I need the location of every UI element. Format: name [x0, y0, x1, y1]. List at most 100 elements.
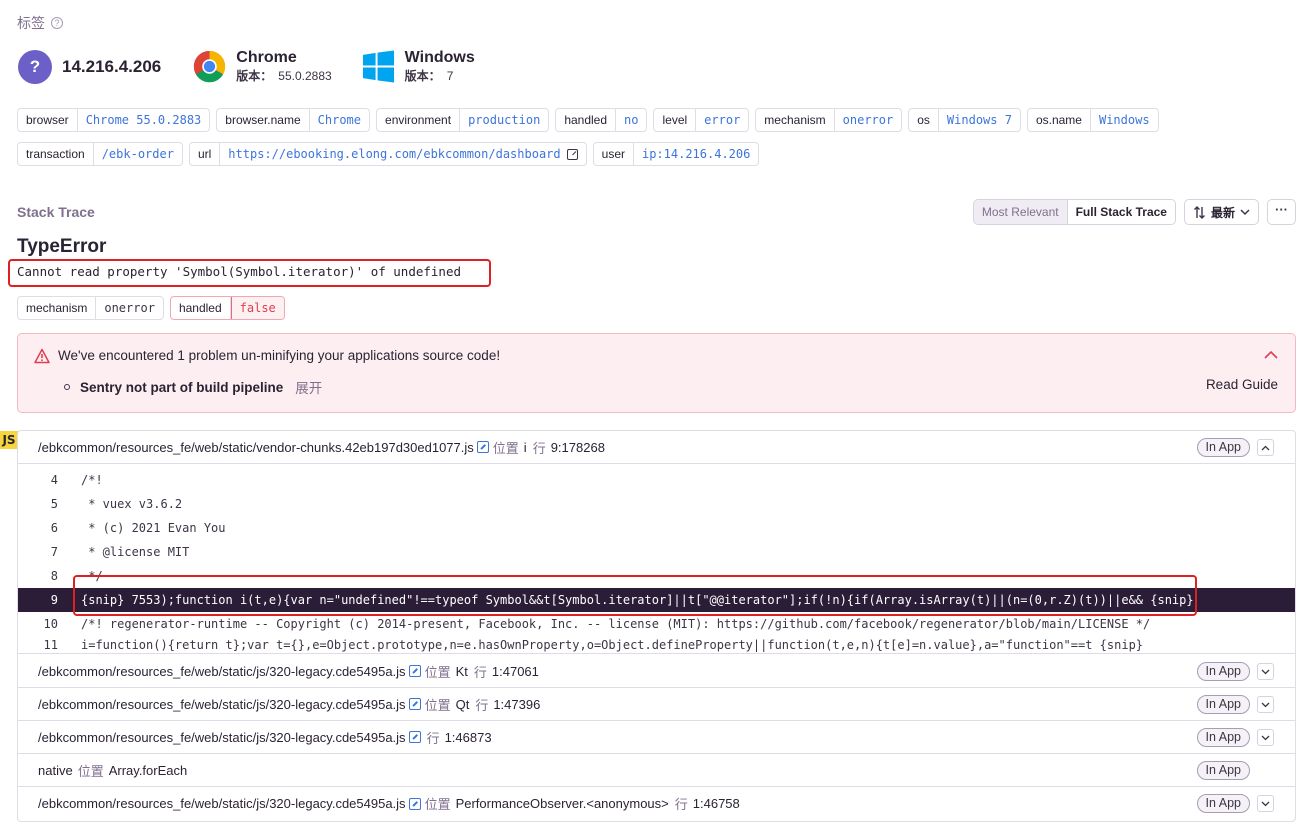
browser-version: 版本： 55.0.2883: [236, 69, 332, 83]
expand-link[interactable]: 展开: [295, 377, 322, 397]
frame-line-label: 行: [426, 730, 440, 746]
tag-transaction[interactable]: transaction/ebk-order: [17, 142, 183, 166]
sort-dropdown[interactable]: 最新: [1183, 199, 1259, 225]
external-link-icon[interactable]: [566, 148, 578, 160]
stack-frame-expanded[interactable]: /ebkcommon/resources_fe/web/static/vendo…: [18, 431, 1295, 464]
frame-at-label: 位置: [424, 797, 451, 812]
in-app-badge: In App: [1196, 438, 1250, 457]
alert-problem-text: Sentry not part of build pipeline: [80, 379, 284, 395]
stack-frame[interactable]: /ebkcommon/resources_fe/web/static/js/32…: [18, 721, 1295, 754]
browser-name: Chrome: [236, 49, 297, 66]
frame-filename: /ebkcommon/resources_fe/web/static/vendo…: [38, 439, 474, 455]
in-app-badge: In App: [1196, 662, 1250, 681]
frame-function: Kt: [455, 663, 468, 679]
highlight-box: [73, 575, 1197, 616]
code-line: 6 * (c) 2021 Evan You: [50, 521, 226, 535]
code-line: 4/*!: [50, 473, 103, 487]
frame-function: i: [523, 439, 527, 455]
more-options-button[interactable]: ···: [1267, 199, 1296, 225]
tag-environment[interactable]: environment production: [376, 108, 550, 132]
tag-user[interactable]: user ip:14.216.4.206: [592, 142, 760, 166]
open-source-icon[interactable]: [408, 731, 421, 743]
code-line: 11 i=function(){return t};var t={},e=Obje…: [43, 638, 1144, 652]
frame-filename: /ebkcommon/resources_fe/web/static/js/32…: [38, 663, 406, 679]
frame-line-label: 行: [532, 440, 546, 456]
chevron-up-icon[interactable]: [1263, 350, 1279, 360]
stack-frame[interactable]: /ebkcommon/resources_fe/web/static/js/32…: [18, 655, 1295, 688]
frame-at-label: 位置: [492, 440, 519, 456]
expand-frame-button[interactable]: [1257, 696, 1274, 713]
trace-view-toggle: Most Relevant Full Stack Trace: [972, 199, 1176, 225]
stack-frame[interactable]: /ebkcommon/resources_fe/web/static/js/32…: [18, 787, 1295, 820]
chevron-down-icon: [1261, 669, 1270, 674]
tags-section-title: 标签 ?: [17, 13, 63, 33]
frame-at-label: 位置: [77, 763, 104, 779]
expand-frame-button[interactable]: [1257, 795, 1274, 812]
alert-problem-item: Sentry not part of build pipeline 展开: [64, 377, 322, 397]
read-guide-link[interactable]: Read Guide: [1206, 377, 1278, 392]
frame-function: Qt: [455, 696, 470, 712]
code-line: 5 * vuex v3.6.2: [50, 497, 183, 511]
expand-frame-button[interactable]: [1257, 663, 1274, 680]
tag-row: browser Chrome 55.0.2883 browser.name Chro…: [17, 108, 1297, 132]
javascript-platform-icon: JS: [0, 431, 18, 449]
sort-icon: [1193, 205, 1205, 219]
expand-frame-button[interactable]: [1257, 729, 1274, 746]
tag-os-name[interactable]: os.name Windows: [1026, 108, 1159, 132]
frame-filename: /ebkcommon/resources_fe/web/static/js/32…: [38, 696, 406, 712]
frame-filename: /ebkcommon/resources_fe/web/static/js/32…: [38, 729, 406, 745]
alert-title: We've encountered 1 problem un-minifying…: [58, 348, 501, 363]
frame-line-number: 1:46758: [692, 796, 740, 811]
tag-exception-handled[interactable]: handled false: [169, 296, 285, 320]
collapse-frame-button[interactable]: [1257, 439, 1274, 456]
code-context: 4/*! 5 * vuex v3.6.2 6 * (c) 2021 Evan Y…: [18, 464, 1295, 654]
stack-frames: /ebkcommon/resources_fe/web/static/vendo…: [17, 430, 1296, 822]
help-icon[interactable]: ?: [51, 17, 63, 29]
os-context: Windows 版本： 7: [362, 49, 475, 84]
tags-title-text: 标签: [17, 15, 45, 31]
os-name: Windows: [404, 49, 475, 66]
most-relevant-button[interactable]: Most Relevant: [973, 200, 1067, 224]
url-value[interactable]: https://ebooking.elong.com/ebkcommon/das…: [228, 143, 560, 165]
in-app-badge: In App: [1196, 761, 1250, 780]
stack-trace-controls: Most Relevant Full Stack Trace 最新 ···: [972, 199, 1296, 225]
frame-line-label: 行: [674, 797, 688, 812]
unknown-user-icon: ?: [18, 49, 52, 84]
tag-url[interactable]: url https://ebooking.elong.com/ebkcommon/…: [188, 142, 587, 166]
frame-line-number: 9:178268: [550, 439, 605, 455]
stack-trace-title: Stack Trace: [17, 204, 95, 220]
code-line: 7 * @license MIT: [50, 545, 190, 559]
frame-function: PerformanceObserver.<anonymous>: [455, 796, 669, 811]
stack-frame[interactable]: native 位置 Array.forEach In App: [18, 754, 1295, 787]
tag-list: browser Chrome 55.0.2883 browser.name Chro…: [17, 108, 1297, 176]
open-source-icon[interactable]: [408, 665, 421, 677]
tag-os[interactable]: os Windows 7: [908, 108, 1021, 132]
tag-exception-mechanism[interactable]: mechanism onerror: [17, 296, 164, 320]
frame-at-label: 位置: [424, 664, 451, 680]
exception-tags: mechanism onerror handled false: [17, 296, 285, 320]
bullet-icon: [64, 384, 70, 390]
user-context: ? 14.216.4.206: [18, 49, 162, 84]
open-source-icon[interactable]: [476, 441, 489, 453]
frame-filename: /ebkcommon/resources_fe/web/static/js/32…: [38, 796, 406, 811]
warning-icon: [34, 348, 50, 364]
in-app-badge: In App: [1196, 794, 1250, 813]
in-app-badge: In App: [1196, 728, 1250, 747]
frame-line-label: 行: [475, 697, 489, 713]
stack-frame[interactable]: /ebkcommon/resources_fe/web/static/js/32…: [18, 688, 1295, 721]
context-summary: ? 14.216.4.206 Chrome 版本： 55.0.2883 Windo…: [18, 49, 475, 84]
frame-line-number: 1:46873: [444, 729, 492, 745]
tag-browser[interactable]: browser Chrome 55.0.2883: [17, 108, 211, 132]
chevron-down-icon: [1261, 702, 1270, 707]
tag-mechanism[interactable]: mechanism onerror: [755, 108, 903, 132]
chevron-down-icon: [1240, 208, 1250, 215]
tag-handled[interactable]: handled no: [555, 108, 648, 132]
user-ip: 14.216.4.206: [62, 56, 162, 76]
open-source-icon[interactable]: [408, 698, 421, 710]
tag-browser-name[interactable]: browser.name Chrome: [216, 108, 371, 132]
full-stack-trace-button[interactable]: Full Stack Trace: [1066, 200, 1175, 224]
tag-level[interactable]: level error: [653, 108, 750, 132]
open-source-icon[interactable]: [408, 797, 421, 810]
error-type: TypeError: [17, 236, 107, 257]
sort-label: 最新: [1210, 205, 1235, 220]
